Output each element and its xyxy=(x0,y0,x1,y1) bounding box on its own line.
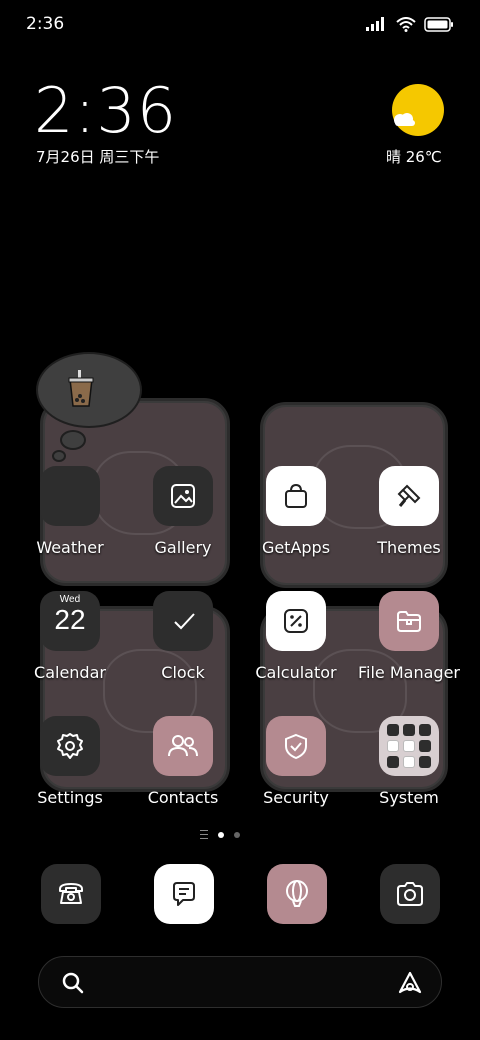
mini-app-icon xyxy=(387,756,399,768)
app-label: Themes xyxy=(377,538,441,557)
app-label: Calendar xyxy=(34,663,106,682)
browser-icon xyxy=(286,880,308,907)
app-label: Security xyxy=(263,788,329,807)
calendar-date: 22 xyxy=(54,604,86,635)
app-themes[interactable]: Themes xyxy=(353,466,465,576)
page-dot xyxy=(234,831,240,838)
wifi-icon xyxy=(396,16,416,32)
message-icon xyxy=(173,882,195,906)
search-icon[interactable] xyxy=(61,971,85,995)
mini-app-icon xyxy=(403,756,415,768)
app-contacts[interactable]: Contacts xyxy=(127,716,239,826)
search-bar[interactable] xyxy=(38,956,442,1008)
phone-icon xyxy=(59,883,83,904)
app-label: Weather xyxy=(36,538,104,557)
status-bar-time: 2:36 xyxy=(26,14,65,34)
sunny-cloud-icon[interactable] xyxy=(392,84,444,136)
thought-bubble-dot xyxy=(52,450,66,462)
clock-icon xyxy=(153,591,213,651)
shield-icon xyxy=(266,716,326,776)
paintbrush-icon xyxy=(379,466,439,526)
dock-phone[interactable] xyxy=(41,864,101,924)
weather-icon xyxy=(40,466,100,526)
app-label: GetApps xyxy=(261,538,331,557)
app-calculator[interactable]: Calculator xyxy=(240,591,352,701)
cloud-icon xyxy=(394,113,415,126)
mini-app-icon xyxy=(387,724,399,736)
app-label: Clock xyxy=(161,663,205,682)
mini-app-icon xyxy=(403,724,415,736)
clock-widget-date: 7月26日 周三下午 xyxy=(36,148,160,166)
app-label: File Manager xyxy=(358,663,460,682)
calendar-icon: Wed 22 xyxy=(40,591,100,651)
app-gallery[interactable]: Gallery xyxy=(127,466,239,576)
camera-icon xyxy=(397,882,423,906)
boba-tea-icon xyxy=(68,370,94,407)
status-bar-icons xyxy=(366,14,454,34)
mini-app-icon xyxy=(419,724,431,736)
dock-camera[interactable] xyxy=(380,864,440,924)
weather-widget-text: 晴 26℃ xyxy=(386,148,442,166)
app-label: Calculator xyxy=(255,663,337,682)
folder-grid-icon xyxy=(379,716,439,776)
mini-app-icon xyxy=(403,740,415,752)
calculator-icon xyxy=(266,591,326,651)
app-system-folder[interactable]: System xyxy=(353,716,465,826)
dock-browser[interactable] xyxy=(267,864,327,924)
app-settings[interactable]: Settings xyxy=(14,716,126,826)
gear-icon xyxy=(40,716,100,776)
signal-icon xyxy=(366,17,384,31)
page-dot-active xyxy=(218,831,224,838)
app-label: Contacts xyxy=(147,788,219,807)
app-file-manager[interactable]: File Manager xyxy=(353,591,465,701)
app-label: System xyxy=(379,788,439,807)
thought-bubble-dot xyxy=(60,430,86,450)
gallery-icon xyxy=(153,466,213,526)
app-getapps[interactable]: GetApps xyxy=(240,466,352,576)
dock-messages[interactable] xyxy=(154,864,214,924)
folder-icon xyxy=(379,591,439,651)
contacts-icon xyxy=(153,716,213,776)
shopping-bag-icon xyxy=(266,466,326,526)
app-security[interactable]: Security xyxy=(240,716,352,826)
page-indicator[interactable] xyxy=(200,830,240,839)
mini-app-icon xyxy=(387,740,399,752)
assistant-icon[interactable] xyxy=(397,970,423,996)
app-calendar[interactable]: Wed 22 Calendar xyxy=(14,591,126,701)
battery-icon xyxy=(424,16,453,32)
mini-app-icon xyxy=(419,740,431,752)
app-weather[interactable]: Weather xyxy=(14,466,126,576)
app-clock[interactable]: Clock xyxy=(127,591,239,701)
app-label: Gallery xyxy=(154,538,212,557)
clock-widget-time[interactable]: 2:36 xyxy=(34,74,177,147)
minus-one-screen-icon xyxy=(200,830,208,839)
mini-app-icon xyxy=(419,756,431,768)
app-label: Settings xyxy=(37,788,103,807)
